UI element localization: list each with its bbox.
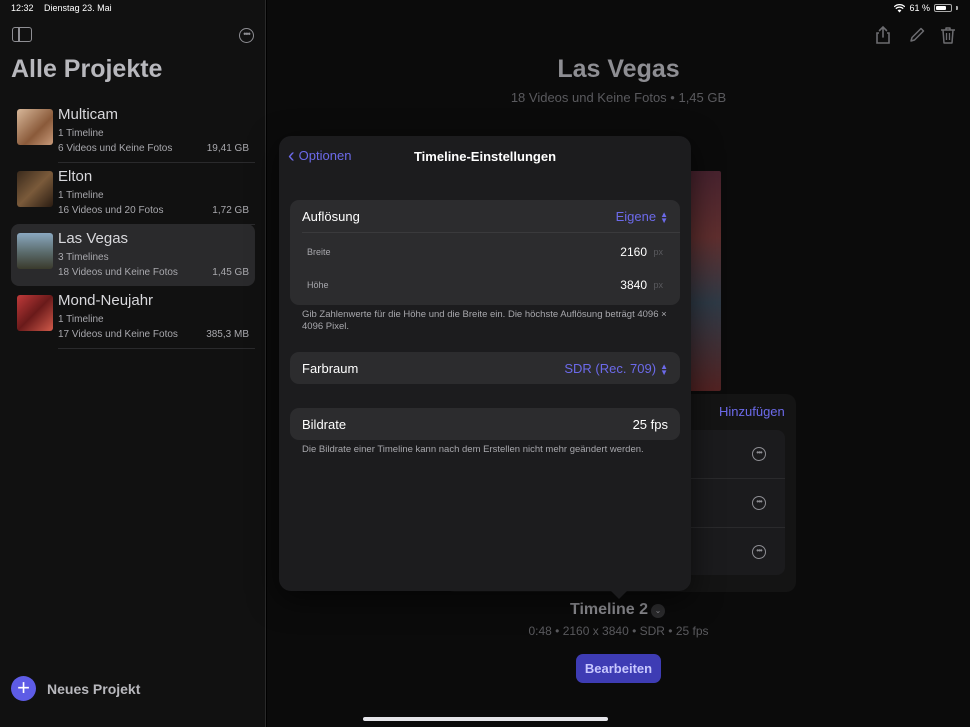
updown-chevron-icon: ▲ ▼	[660, 361, 668, 377]
timeline-preview-thumbnail[interactable]	[687, 171, 721, 391]
timeline-meta: 0:48 • 2160 x 3840 • SDR • 25 fps	[528, 624, 709, 638]
battery-icon	[934, 4, 952, 12]
project-name: Multicam	[58, 106, 119, 123]
project-title: Las Vegas	[557, 55, 680, 83]
project-media: 6 Videos und Keine Fotos	[58, 143, 173, 154]
status-bar-right: 61 %	[894, 3, 958, 13]
width-field[interactable]: 2160	[620, 245, 647, 259]
add-timeline-button[interactable]: Hinzufügen	[719, 404, 785, 419]
width-row: Breite 2160 px	[290, 233, 680, 268]
home-indicator[interactable]	[363, 717, 608, 721]
colorspace-row[interactable]: Farbraum SDR (Rec. 709) ▲ ▼	[290, 352, 680, 384]
timeline-more-icon[interactable]: •••	[752, 496, 766, 510]
timeline-more-icon[interactable]: •••	[752, 447, 766, 461]
colorspace-picker[interactable]: SDR (Rec. 709) ▲ ▼	[564, 361, 668, 376]
framerate-note: Die Bildrate einer Timeline kann nach de…	[302, 444, 644, 455]
width-label: Breite	[307, 247, 331, 257]
project-item-multicam[interactable]: Multicam 1 Timeline 6 Videos und Keine F…	[11, 100, 255, 163]
project-media: 16 Videos und 20 Fotos	[58, 205, 164, 216]
project-timelines: 1 Timeline	[58, 128, 104, 139]
project-name: Elton	[58, 168, 93, 185]
pencil-icon[interactable]	[907, 25, 927, 45]
project-name: Mond-Neujahr	[58, 292, 154, 309]
more-options-icon[interactable]: •••	[239, 28, 254, 43]
project-size: 385,3 MB	[206, 329, 249, 340]
framerate-value: 25 fps	[632, 417, 668, 432]
new-project-label: Neues Projekt	[47, 680, 141, 697]
popover-title: Timeline-Einstellungen	[413, 149, 557, 164]
project-thumbnail	[17, 295, 53, 331]
height-field[interactable]: 3840	[620, 278, 647, 292]
project-timelines: 1 Timeline	[58, 314, 104, 325]
framerate-row: Bildrate 25 fps	[290, 408, 680, 440]
resolution-row[interactable]: Auflösung Eigene ▲ ▼	[290, 200, 680, 232]
status-bar-left: 12:32 Dienstag 23. Mai	[11, 3, 120, 13]
project-size: 1,72 GB	[212, 205, 249, 216]
wifi-icon	[894, 3, 906, 12]
project-name: Las Vegas	[58, 230, 129, 247]
height-row: Höhe 3840 px	[290, 268, 680, 303]
status-date: Dienstag 23. Mai	[44, 3, 112, 13]
project-item-las-vegas[interactable]: Las Vegas 3 Timelines 18 Videos und Kein…	[11, 224, 255, 286]
project-thumbnail	[17, 233, 53, 269]
battery-percent: 61 %	[909, 3, 930, 13]
resolution-picker[interactable]: Eigene ▲ ▼	[616, 209, 668, 224]
colorspace-label: Farbraum	[302, 361, 359, 376]
project-thumbnail	[17, 171, 53, 207]
timeline-name[interactable]: Timeline 2	[570, 601, 648, 619]
divider	[58, 348, 255, 349]
sidebar: 12:32 Dienstag 23. Mai ••• Alle Projekte…	[0, 0, 266, 727]
project-media: 17 Videos und Keine Fotos	[58, 329, 178, 340]
project-timelines: 3 Timelines	[58, 252, 109, 263]
timeline-more-icon[interactable]: •••	[752, 545, 766, 559]
resolution-value: Eigene	[615, 209, 657, 224]
share-icon[interactable]	[873, 25, 893, 45]
timeline-settings-popover: ‹ Optionen Timeline-Einstellungen Auflös…	[279, 136, 691, 591]
status-time: 12:32	[11, 3, 34, 13]
project-item-mond-neujahr[interactable]: Mond-Neujahr 1 Timeline 17 Videos und Ke…	[11, 286, 255, 349]
colorspace-value: SDR (Rec. 709)	[564, 361, 657, 376]
edit-button[interactable]: Bearbeiten	[576, 654, 661, 683]
project-thumbnail	[17, 109, 53, 145]
page-title: Alle Projekte	[11, 55, 163, 83]
new-project-button[interactable]: + Neues Projekt	[11, 676, 140, 701]
width-unit: px	[653, 247, 663, 257]
project-size: 19,41 GB	[206, 143, 249, 154]
project-size: 1,45 GB	[212, 267, 249, 278]
height-unit: px	[653, 280, 663, 290]
resolution-group: Auflösung Eigene ▲ ▼ Breite 2160 px Höhe 3…	[290, 200, 680, 305]
battery-tip	[956, 6, 958, 10]
trash-icon[interactable]	[938, 25, 958, 45]
chevron-down-icon[interactable]: ⌄	[651, 604, 665, 618]
project-item-elton[interactable]: Elton 1 Timeline 16 Videos und 20 Fotos …	[11, 162, 255, 225]
updown-chevron-icon: ▲ ▼	[660, 209, 668, 225]
project-media: 18 Videos und Keine Fotos	[58, 267, 178, 278]
resolution-label: Auflösung	[302, 209, 360, 224]
popover-arrow	[608, 588, 630, 599]
framerate-label: Bildrate	[302, 417, 347, 432]
height-label: Höhe	[307, 280, 329, 290]
plus-icon: +	[11, 676, 36, 701]
project-subtitle: 18 Videos und Keine Fotos • 1,45 GB	[510, 90, 727, 105]
resolution-note: Gib Zahlenwerte für die Höhe und die Bre…	[302, 309, 667, 332]
project-timelines: 1 Timeline	[58, 190, 104, 201]
sidebar-toggle-icon[interactable]	[12, 27, 32, 42]
